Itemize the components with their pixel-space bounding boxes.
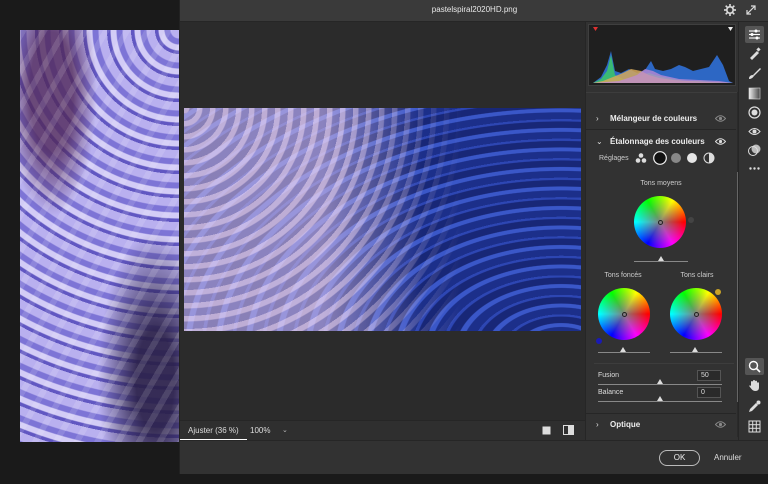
midtones-wheel-icon[interactable] — [670, 152, 682, 164]
before-after-icon[interactable] — [563, 425, 574, 435]
fusion-slider[interactable] — [598, 379, 722, 385]
brush-icon[interactable] — [748, 67, 761, 80]
balance-slider[interactable] — [598, 396, 722, 402]
more-icon[interactable] — [748, 162, 761, 175]
edit-sliders-icon[interactable] — [745, 26, 764, 43]
fusion-label: Fusion — [598, 372, 620, 379]
window-title: pastelspiral2020HD.png — [431, 5, 518, 14]
shadows-hue-dot[interactable] — [596, 338, 602, 344]
shadows-label: Tons foncés — [604, 272, 642, 279]
shadows-wheel-icon[interactable] — [653, 151, 667, 165]
midtones-color-wheel[interactable] — [634, 196, 686, 248]
adjustments-panel: › Mélangeur de couleurs ⌄ Étalonnage des… — [585, 22, 739, 440]
gear-icon[interactable] — [724, 4, 736, 16]
wheel-handle[interactable] — [657, 219, 663, 225]
highlights-label: Tons clairs — [680, 272, 714, 279]
divider — [594, 363, 734, 364]
radial-filter-icon[interactable] — [748, 106, 761, 119]
status-bar: Ajuster (36 %) 100% ⌄ — [180, 420, 585, 441]
eye-icon[interactable] — [715, 420, 726, 429]
wheel-handle[interactable] — [621, 311, 627, 317]
chevron-down-icon: ⌄ — [596, 137, 603, 146]
single-view-icon[interactable] — [542, 426, 551, 435]
chevron-right-icon: › — [596, 420, 599, 429]
highlights-luminance-slider[interactable] — [670, 347, 722, 353]
camera-raw-dialog: pastelspiral2020HD.png Ajuster (36 %) 10… — [179, 0, 768, 474]
slider-thumb[interactable] — [620, 347, 626, 352]
chevron-right-icon: › — [596, 114, 599, 123]
ok-button[interactable]: OK — [659, 450, 700, 466]
slider-thumb[interactable] — [658, 256, 664, 261]
shadows-luminance-slider[interactable] — [598, 347, 650, 353]
chevron-down-icon[interactable]: ⌄ — [282, 426, 288, 434]
zoom-dropdown[interactable]: 100% — [250, 426, 270, 435]
slider-thumb[interactable] — [692, 347, 698, 352]
color-sampler-icon[interactable] — [748, 400, 761, 413]
highlights-wheel-icon[interactable] — [686, 152, 698, 164]
red-eye-icon[interactable] — [748, 125, 761, 138]
grid-icon[interactable] — [748, 420, 761, 433]
eye-icon[interactable] — [715, 137, 726, 146]
section-color-grading[interactable]: ⌄ Étalonnage des couleurs — [586, 131, 736, 153]
midtones-hue-dot[interactable] — [688, 217, 694, 223]
highlights-color-wheel[interactable] — [670, 288, 722, 340]
midtones-luminance-slider[interactable] — [634, 256, 688, 262]
slider-thumb[interactable] — [657, 396, 663, 401]
fullscreen-icon[interactable] — [745, 4, 757, 16]
wheel-handle[interactable] — [693, 311, 699, 317]
fit-zoom-button[interactable]: Ajuster (36 %) — [180, 421, 247, 441]
presets-icon[interactable] — [748, 144, 761, 157]
screen: pastelspiral2020HD.png Ajuster (36 %) 10… — [0, 0, 768, 484]
zoom-icon[interactable] — [745, 358, 764, 375]
tools-toolbar — [738, 22, 768, 440]
adjust-label: Réglages — [599, 155, 629, 162]
preview-image — [184, 108, 581, 331]
cancel-button[interactable]: Annuler — [714, 453, 742, 462]
balance-label: Balance — [598, 389, 624, 396]
shadows-color-wheel[interactable] — [598, 288, 650, 340]
section-optics[interactable]: › Optique — [586, 413, 736, 435]
section-title: Étalonnage des couleurs — [610, 137, 705, 146]
section-title: Mélangeur de couleurs — [610, 114, 698, 123]
healing-brush-icon[interactable] — [748, 47, 761, 60]
highlight-clip-warning-icon — [728, 27, 733, 31]
section-title: Optique — [610, 420, 641, 429]
dialog-footer: OK Annuler — [180, 440, 768, 474]
section-color-mixer[interactable]: › Mélangeur de couleurs — [586, 108, 736, 130]
histogram — [588, 24, 736, 86]
hand-icon[interactable] — [748, 379, 761, 392]
global-wheel-icon[interactable] — [703, 152, 715, 164]
gradient-icon[interactable] — [748, 87, 761, 100]
fusion-value-input[interactable]: 50 — [697, 370, 721, 381]
background-photo — [20, 30, 179, 442]
balance-value-input[interactable]: 0 — [697, 387, 721, 398]
title-bar: pastelspiral2020HD.png — [180, 0, 768, 22]
highlights-hue-dot[interactable] — [715, 289, 721, 295]
midtones-label: Tons moyens — [640, 180, 682, 187]
shadow-clip-warning-icon — [593, 27, 598, 31]
divider — [586, 92, 739, 93]
three-way-icon[interactable] — [635, 152, 647, 164]
image-canvas[interactable] — [180, 22, 585, 420]
eye-icon[interactable] — [715, 114, 726, 123]
slider-thumb[interactable] — [657, 379, 663, 384]
